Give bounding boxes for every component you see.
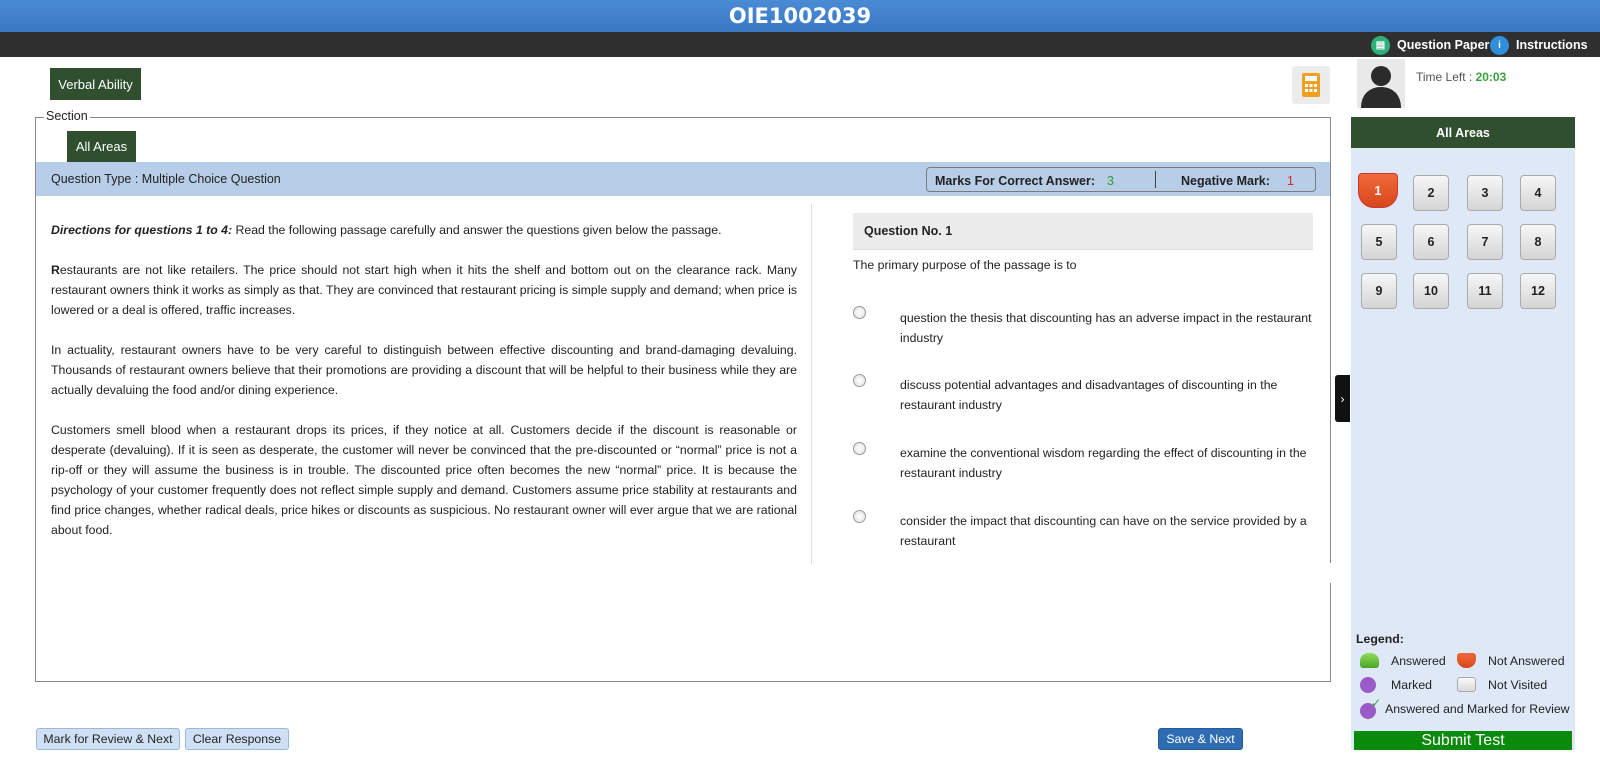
- question-type: Question Type : Multiple Choice Question: [51, 172, 281, 186]
- content-divider: [811, 204, 812, 564]
- avatar: [1357, 59, 1405, 108]
- question-button-3[interactable]: 3: [1467, 175, 1503, 211]
- section-tab-verbal-ability[interactable]: Verbal Ability: [50, 68, 141, 100]
- save-next-button[interactable]: Save & Next: [1158, 728, 1243, 750]
- passage-directions: Directions for questions 1 to 4: Read th…: [51, 220, 797, 240]
- marked-icon: [1360, 677, 1376, 693]
- option-2-text: discuss potential advantages and disadva…: [900, 378, 1278, 412]
- answered-icon: [1360, 653, 1379, 668]
- passage-paragraph-1: Restaurants are not like retailers. The …: [51, 260, 797, 320]
- palette-toggle-button[interactable]: ›: [1335, 375, 1350, 422]
- marks-correct-value: 3: [1107, 174, 1114, 188]
- question-button-10[interactable]: 10: [1413, 273, 1449, 309]
- palette-title: All Areas: [1351, 117, 1575, 148]
- top-nav-bar: ▤ Question Paper i Instructions: [0, 32, 1600, 57]
- legend-answered-marked: ✓ Answered and Marked for Review: [1360, 696, 1570, 719]
- paragraph-1-dropcap: R: [51, 263, 60, 277]
- calculator-icon: [1302, 73, 1320, 97]
- passage: Directions for questions 1 to 4: Read th…: [51, 220, 797, 560]
- question-button-8[interactable]: 8: [1520, 224, 1556, 260]
- clear-response-button[interactable]: Clear Response: [185, 728, 289, 750]
- user-silhouette-icon: [1361, 66, 1401, 108]
- option-4-text: consider the impact that discounting can…: [900, 514, 1307, 548]
- directions-text: Read the following passage carefully and…: [232, 223, 722, 237]
- legend-not-visited: Not Visited: [1457, 677, 1547, 692]
- instructions-label: Instructions: [1516, 38, 1588, 52]
- time-left: Time Left : 20:03: [1416, 70, 1506, 84]
- option-1-radio[interactable]: [853, 306, 866, 319]
- legend-answered: Answered: [1360, 653, 1446, 668]
- time-left-label: Time Left :: [1416, 70, 1476, 84]
- option-3-radio[interactable]: [853, 442, 866, 455]
- time-left-value: 20:03: [1475, 70, 1507, 84]
- marks-correct-label: Marks For Correct Answer:: [935, 174, 1095, 188]
- mark-for-review-next-button[interactable]: Mark for Review & Next: [36, 728, 180, 750]
- submit-test-button[interactable]: Submit Test: [1354, 731, 1572, 750]
- question-button-2[interactable]: 2: [1413, 175, 1449, 211]
- marks-info: Marks For Correct Answer: 3 Negative Mar…: [926, 167, 1316, 192]
- question-button-4[interactable]: 4: [1520, 175, 1556, 211]
- answered-marked-icon: ✓: [1360, 696, 1381, 719]
- question-text: The primary purpose of the passage is to: [853, 258, 1077, 272]
- question-button-9[interactable]: 9: [1361, 273, 1397, 309]
- negative-mark-value: 1: [1287, 174, 1294, 188]
- passage-paragraph-2: In actuality, restaurant owners have to …: [51, 343, 797, 397]
- exam-title-bar: OIE1002039: [0, 0, 1600, 32]
- instructions-icon: i: [1490, 35, 1509, 55]
- question-paper-icon: ▤: [1371, 35, 1390, 55]
- section-label: Section: [44, 109, 90, 123]
- exam-title: OIE1002039: [728, 4, 872, 28]
- question-button-1[interactable]: 1: [1358, 173, 1398, 208]
- paragraph-1-text: estaurants are not like retailers. The p…: [51, 263, 797, 317]
- question-paper-link[interactable]: ▤ Question Paper: [1371, 35, 1489, 55]
- chevron-right-icon: ›: [1340, 391, 1345, 406]
- instructions-link[interactable]: i Instructions: [1490, 35, 1588, 55]
- question-paper-label: Question Paper: [1397, 38, 1490, 52]
- not-answered-icon: [1457, 653, 1476, 668]
- legend-not-answered: Not Answered: [1457, 653, 1565, 668]
- legend-title: Legend:: [1356, 632, 1404, 646]
- question-button-12[interactable]: 12: [1520, 273, 1556, 309]
- option-1-text: question the thesis that discounting has…: [900, 311, 1312, 345]
- directions-label: Directions for questions 1 to 4:: [51, 223, 233, 237]
- option-4-radio[interactable]: [853, 510, 866, 523]
- area-tab-all-areas[interactable]: All Areas: [67, 131, 136, 162]
- negative-mark-label: Negative Mark:: [1181, 174, 1270, 188]
- question-button-6[interactable]: 6: [1413, 224, 1449, 260]
- option-3-text: examine the conventional wisdom regardin…: [900, 446, 1307, 480]
- white-strip-left: [0, 563, 35, 583]
- marks-divider: [1155, 171, 1156, 188]
- question-button-11[interactable]: 11: [1467, 273, 1503, 309]
- passage-paragraph-3: Customers smell blood when a restaurant …: [51, 423, 797, 537]
- question-button-7[interactable]: 7: [1467, 224, 1503, 260]
- option-2-radio[interactable]: [853, 374, 866, 387]
- not-visited-icon: [1457, 677, 1476, 692]
- question-button-5[interactable]: 5: [1361, 224, 1397, 260]
- calculator-button[interactable]: [1292, 66, 1330, 104]
- legend-marked: Marked: [1360, 677, 1432, 693]
- question-number: Question No. 1: [853, 213, 1313, 250]
- question-type-bar: Question Type : Multiple Choice Question…: [36, 162, 1330, 196]
